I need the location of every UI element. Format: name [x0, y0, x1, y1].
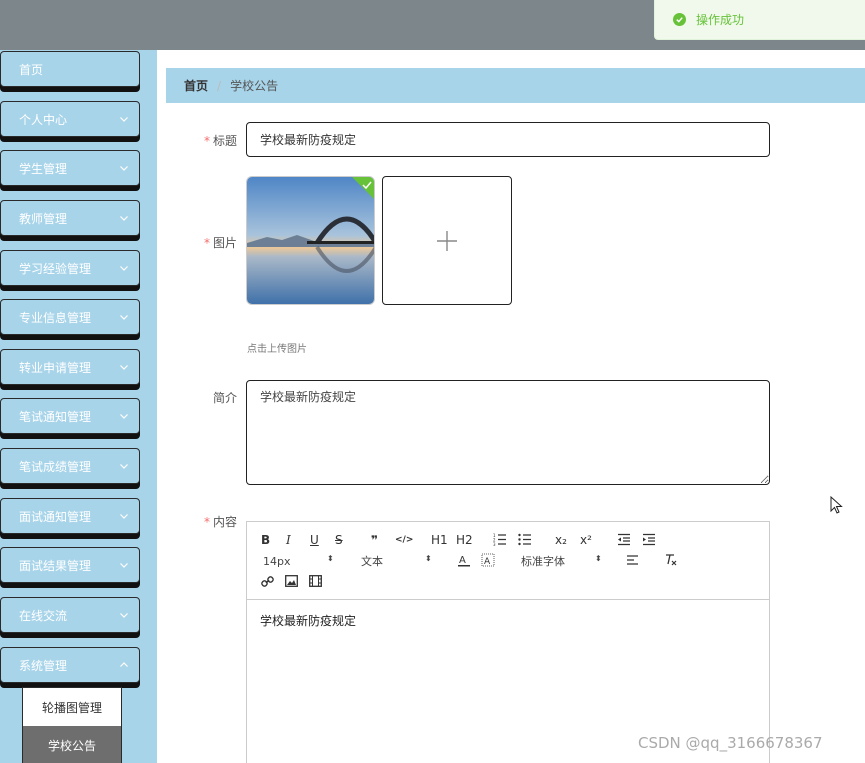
- italic-button[interactable]: I: [286, 531, 291, 549]
- sidebar-item-system-management[interactable]: 系统管理: [0, 647, 140, 683]
- chevron-down-icon: [120, 216, 128, 221]
- bullet-list-icon[interactable]: [518, 533, 532, 546]
- summary-textarea[interactable]: 学校最新防疫规定: [246, 380, 770, 485]
- sidebar-item-label: 面试通知管理: [19, 509, 92, 524]
- svg-text:3: 3: [493, 542, 496, 546]
- text-style-select[interactable]: 文本: [361, 552, 383, 570]
- sidebar-item-label: 在线交流: [19, 608, 68, 623]
- system-submenu: 轮播图管理 学校公告: [22, 687, 122, 763]
- header2-button[interactable]: H2: [456, 531, 473, 549]
- editor-content[interactable]: 学校最新防疫规定: [247, 600, 769, 641]
- select-arrows-icon: ⬍: [425, 554, 432, 563]
- sidebar-item-transfer-application[interactable]: 转业申请管理: [0, 349, 140, 385]
- link-icon[interactable]: [261, 575, 274, 588]
- chevron-down-icon: [120, 315, 128, 320]
- uploaded-image-thumbnail[interactable]: [246, 176, 375, 305]
- sidebar-item-home[interactable]: 首页: [0, 51, 140, 87]
- sidebar-item-interview-results[interactable]: 面试结果管理: [0, 547, 140, 583]
- font-size-select[interactable]: 14px: [263, 552, 291, 570]
- select-arrows-icon: ⬍: [595, 554, 602, 563]
- underline-button[interactable]: U: [310, 531, 319, 549]
- breadcrumb: 首页 / 学校公告: [166, 68, 865, 103]
- sidebar-item-label: 学习经验管理: [19, 261, 92, 276]
- bold-button[interactable]: B: [261, 531, 270, 549]
- sidebar-item-student-management[interactable]: 学生管理: [0, 150, 140, 186]
- superscript-button[interactable]: x²: [580, 531, 592, 549]
- sidebar-item-label: 首页: [19, 62, 44, 77]
- bridge-photo: [247, 177, 374, 304]
- sidebar-item-personal-center[interactable]: 个人中心: [0, 101, 140, 137]
- video-icon[interactable]: [309, 575, 322, 587]
- align-left-icon[interactable]: [626, 554, 639, 566]
- sidebar-item-major-info[interactable]: 专业信息管理: [0, 299, 140, 335]
- background-color-icon[interactable]: A: [481, 553, 495, 567]
- toast-message: 操作成功: [696, 13, 745, 27]
- submenu-item-carousel[interactable]: 轮播图管理: [23, 688, 121, 726]
- chevron-down-icon: [120, 117, 128, 122]
- title-label: * 标题: [203, 134, 237, 148]
- strike-button[interactable]: S: [335, 531, 343, 549]
- watermark: CSDN @qq_3166678367: [638, 734, 823, 752]
- sidebar-item-label: 转业申请管理: [19, 360, 92, 375]
- upload-hint: 点击上传图片: [247, 344, 307, 355]
- breadcrumb-home[interactable]: 首页: [184, 77, 208, 94]
- chevron-down-icon: [120, 514, 128, 519]
- outdent-icon[interactable]: [617, 533, 631, 546]
- font-color-icon[interactable]: A: [457, 553, 471, 567]
- chevron-down-icon: [120, 464, 128, 469]
- sidebar-item-study-experience[interactable]: 学习经验管理: [0, 250, 140, 286]
- blockquote-button[interactable]: ❞: [371, 531, 378, 549]
- summary-label: 简介: [212, 391, 237, 405]
- required-mark: *: [203, 134, 210, 148]
- image-upload-button[interactable]: [382, 176, 512, 305]
- mouse-cursor-icon: [830, 496, 843, 514]
- header1-button[interactable]: H1: [431, 531, 448, 549]
- code-block-button[interactable]: </>: [395, 531, 413, 549]
- success-toast: 操作成功: [654, 0, 865, 40]
- sidebar-item-label: 专业信息管理: [19, 310, 92, 325]
- chevron-down-icon: [120, 365, 128, 370]
- subscript-button[interactable]: x₂: [555, 531, 567, 549]
- chevron-down-icon: [120, 414, 128, 419]
- sidebar-item-label: 学生管理: [19, 161, 68, 176]
- title-input[interactable]: [246, 122, 770, 157]
- sidebar-item-label: 系统管理: [19, 658, 68, 673]
- check-circle-icon: [673, 13, 686, 26]
- font-family-select[interactable]: 标准字体: [521, 552, 565, 570]
- sidebar-item-label: 面试结果管理: [19, 558, 92, 573]
- content-label: * 内容: [203, 515, 237, 529]
- sidebar-item-online-chat[interactable]: 在线交流: [0, 597, 140, 633]
- sidebar-item-label: 教师管理: [19, 211, 68, 226]
- sidebar-item-label: 个人中心: [19, 112, 68, 127]
- chevron-down-icon: [120, 563, 128, 568]
- chevron-up-icon: [120, 662, 128, 667]
- rich-text-editor: B I U S ❞ </> H1 H2 123 x₂ x² 14px ⬍ 文本 …: [246, 521, 770, 763]
- ordered-list-icon[interactable]: 123: [493, 533, 507, 546]
- sidebar-item-written-test-scores[interactable]: 笔试成绩管理: [0, 448, 140, 484]
- sidebar: 首页 个人中心 学生管理 教师管理 学习经验管理 专业信息管理 转业申请管理 笔…: [0, 50, 157, 763]
- select-arrows-icon: ⬍: [327, 554, 334, 563]
- svg-text:A: A: [459, 555, 466, 566]
- chevron-down-icon: [120, 266, 128, 271]
- breadcrumb-separator: /: [217, 78, 222, 93]
- sidebar-item-written-test-notice[interactable]: 笔试通知管理: [0, 398, 140, 434]
- editor-toolbar: B I U S ❞ </> H1 H2 123 x₂ x² 14px ⬍ 文本 …: [247, 522, 769, 600]
- svg-text:A: A: [484, 557, 491, 567]
- sidebar-item-interview-notice[interactable]: 面试通知管理: [0, 498, 140, 534]
- image-label: * 图片: [203, 236, 237, 250]
- required-mark: *: [203, 236, 210, 250]
- sidebar-item-label: 笔试成绩管理: [19, 459, 92, 474]
- image-icon[interactable]: [285, 575, 298, 587]
- chevron-down-icon: [120, 166, 128, 171]
- sidebar-item-label: 笔试通知管理: [19, 409, 92, 424]
- plus-icon: [437, 230, 457, 251]
- breadcrumb-current: 学校公告: [230, 79, 279, 93]
- clear-format-icon[interactable]: [664, 553, 678, 567]
- chevron-down-icon: [120, 613, 128, 618]
- sidebar-item-teacher-management[interactable]: 教师管理: [0, 200, 140, 236]
- required-mark: *: [203, 515, 210, 529]
- submenu-item-school-notice[interactable]: 学校公告: [23, 726, 121, 763]
- indent-icon[interactable]: [642, 533, 656, 546]
